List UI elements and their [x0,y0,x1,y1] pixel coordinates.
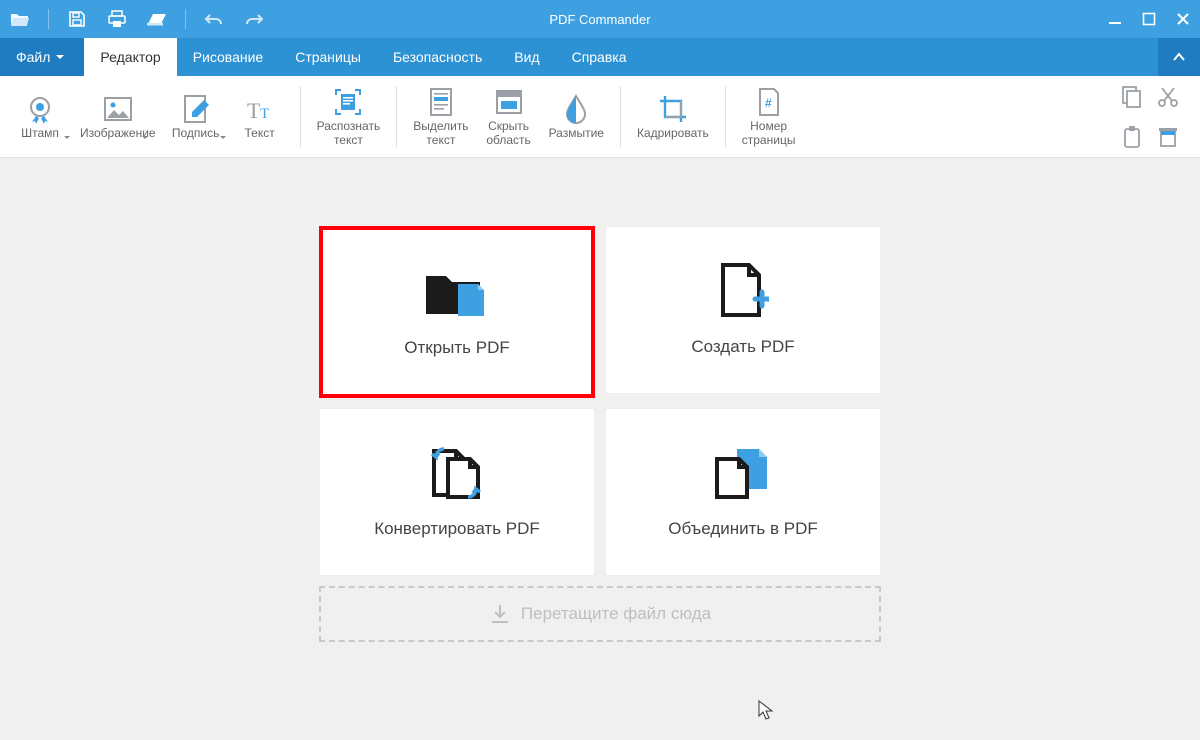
close-button[interactable] [1166,0,1200,38]
hide-area-icon [495,84,523,120]
create-pdf-icon [717,263,769,319]
page-number-button[interactable]: # Номерстраницы [734,76,804,157]
copy-icon[interactable] [1116,79,1148,115]
ocr-label: Распознатьтекст [317,120,381,148]
signature-label: Подпись [172,127,220,141]
page-number-label: Номерстраницы [742,120,796,148]
convert-pdf-label: Конвертировать PDF [374,519,540,539]
stamp-icon [25,91,55,127]
download-icon [489,603,511,625]
stamp-button[interactable]: Штамп [8,76,72,157]
save-icon[interactable] [57,0,97,38]
ocr-button[interactable]: Распознатьтекст [309,76,389,157]
dropzone-label: Перетащите файл сюда [521,604,711,624]
menu-security[interactable]: Безопасность [377,38,498,76]
signature-icon [182,91,210,127]
app-title: PDF Commander [549,12,650,27]
paste-icon[interactable] [1116,119,1148,155]
workspace: Открыть PDF Создать PDF [0,158,1200,740]
maximize-button[interactable] [1132,0,1166,38]
dropzone[interactable]: Перетащите файл сюда [319,586,881,642]
create-pdf-label: Создать PDF [691,337,794,357]
collapse-ribbon-button[interactable] [1158,38,1200,76]
menu-file[interactable]: Файл [0,38,84,76]
undo-icon[interactable] [194,0,234,38]
highlight-icon [427,84,455,120]
svg-text:T: T [247,98,261,122]
highlight-label: Выделитьтекст [413,120,468,148]
page-number-icon: # [756,84,782,120]
menu-view[interactable]: Вид [498,38,555,76]
open-file-icon[interactable] [0,0,40,38]
start-cards: Открыть PDF Создать PDF [319,226,881,642]
title-bar: PDF Commander [0,0,1200,38]
image-icon [103,91,133,127]
stamp-label: Штамп [21,127,59,141]
svg-text:T: T [260,106,269,122]
blur-label: Размытие [549,127,604,141]
text-icon: TT [245,91,275,127]
signature-button[interactable]: Подпись [164,76,228,157]
highlight-text-button[interactable]: Выделитьтекст [405,76,476,157]
text-label: Текст [244,127,274,141]
crop-icon [658,91,688,127]
hide-area-label: Скрытьобласть [486,120,530,148]
crop-button[interactable]: Кадрировать [629,76,717,157]
menu-pages[interactable]: Страницы [279,38,377,76]
merge-pdf-card[interactable]: Объединить в PDF [605,408,881,576]
ocr-icon [333,84,363,120]
window-controls [1098,0,1200,38]
convert-pdf-card[interactable]: Конвертировать PDF [319,408,595,576]
hide-area-button[interactable]: Скрытьобласть [477,76,541,157]
create-pdf-card[interactable]: Создать PDF [605,226,881,394]
menu-help[interactable]: Справка [556,38,643,76]
delete-icon[interactable] [1152,119,1184,155]
minimize-button[interactable] [1098,0,1132,38]
image-label: Изображение [80,127,156,141]
svg-text:#: # [765,96,772,110]
image-button[interactable]: Изображение [72,76,164,157]
merge-pdf-label: Объединить в PDF [668,519,818,539]
open-pdf-icon [422,266,492,320]
scan-icon[interactable] [137,0,177,38]
convert-pdf-icon [426,445,488,501]
blur-icon [564,91,588,127]
menu-bar: Файл Редактор Рисование Страницы Безопас… [0,38,1200,76]
text-button[interactable]: TT Текст [228,76,292,157]
ribbon: Штамп Изображение Подпись TT Текст Распо… [0,76,1200,158]
menu-drawing[interactable]: Рисование [177,38,280,76]
cut-icon[interactable] [1152,79,1184,115]
open-pdf-label: Открыть PDF [404,338,510,358]
blur-button[interactable]: Размытие [541,76,612,157]
merge-pdf-icon [711,445,775,501]
redo-icon[interactable] [234,0,274,38]
menu-editor[interactable]: Редактор [84,38,176,76]
title-bar-left [0,0,274,38]
crop-label: Кадрировать [637,127,709,141]
open-pdf-card[interactable]: Открыть PDF [319,226,595,398]
print-icon[interactable] [97,0,137,38]
